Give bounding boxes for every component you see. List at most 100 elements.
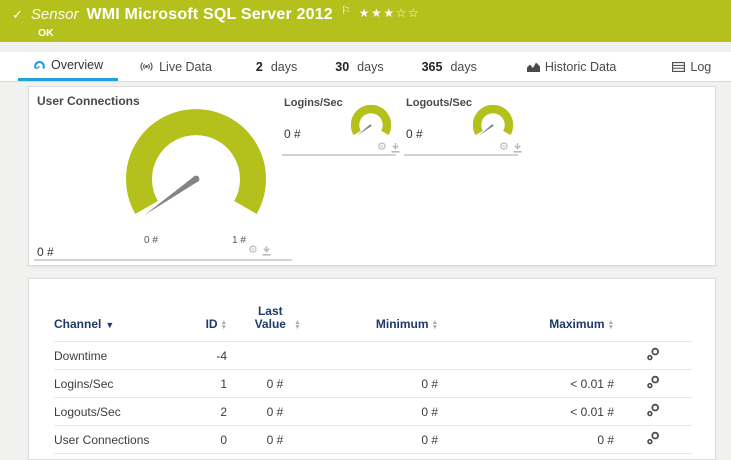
- tab-2-days-unit: days: [270, 59, 298, 74]
- tab-settings[interactable]: ⚙ Settings: [726, 52, 731, 81]
- column-header-minimum-label: Minimum: [375, 317, 429, 331]
- flag-icon[interactable]: ⚐: [341, 4, 351, 17]
- column-header-channel[interactable]: Channel ▼: [54, 305, 189, 342]
- gauge-action-icons: ⚙: [499, 142, 522, 153]
- table-row: Logins/Sec 1 0 # 0 # < 0.01 #: [54, 369, 692, 398]
- edit-channel-icon[interactable]: [646, 375, 660, 392]
- sort-toggle-icon: ▲ ▼: [220, 319, 227, 331]
- logins-gauge: [351, 105, 391, 136]
- sort-toggle-icon: ▲ ▼: [607, 319, 614, 331]
- tab-overview-label: Overview: [51, 58, 104, 72]
- channel-last-value: 0 #: [227, 425, 323, 454]
- channel-minimum: 0 #: [323, 397, 438, 426]
- tab-365-days[interactable]: 365 days: [407, 52, 492, 81]
- gauge-logouts-value: 0 #: [406, 127, 423, 141]
- column-header-id[interactable]: ID ▲ ▼: [189, 305, 227, 342]
- channel-maximum: < 0.01 #: [438, 369, 614, 398]
- channel-id: 0: [189, 425, 227, 454]
- sort-toggle-icon: ▲ ▼: [431, 319, 438, 331]
- broadcast-icon: [139, 61, 154, 72]
- gauge-icon: [33, 60, 46, 71]
- divider: [404, 154, 518, 156]
- table-row: User Connections 0 0 # 0 # 0 #: [54, 425, 692, 454]
- channel-settings-gear-icon[interactable]: ⚙: [499, 142, 509, 153]
- divider: [282, 154, 396, 156]
- table-header-row: Channel ▼ ID ▲ ▼ Last Value ▲ ▼ Minimum ▲ ▼ Max…: [54, 305, 692, 342]
- column-header-channel-label: Channel: [54, 317, 102, 331]
- tab-historic-data[interactable]: Historic Data: [512, 52, 632, 81]
- logouts-gauge: [473, 105, 513, 136]
- area-chart-icon: [526, 62, 540, 72]
- edit-channel-icon[interactable]: [646, 403, 660, 420]
- channel-name[interactable]: User Connections: [54, 425, 189, 454]
- pin-download-icon[interactable]: [513, 143, 522, 153]
- edit-channel-icon[interactable]: [646, 347, 660, 364]
- channel-last-value: 0 #: [227, 369, 323, 398]
- tab-365-days-unit: days: [450, 59, 477, 74]
- channel-name[interactable]: Downtime: [54, 341, 189, 370]
- gauge-user-connections-title: User Connections: [37, 94, 140, 108]
- tab-30-days-unit: days: [357, 59, 384, 74]
- column-header-last-value-label: Last Value: [254, 304, 286, 331]
- channel-minimum: 0 #: [323, 425, 438, 454]
- object-kind-label: Sensor: [30, 6, 79, 23]
- channel-last-value: [227, 341, 323, 370]
- tab-365-days-number: 365: [421, 59, 443, 74]
- channel-settings-gear-icon[interactable]: ⚙: [377, 142, 387, 153]
- edit-channel-icon[interactable]: [646, 431, 660, 448]
- channel-id: 1: [189, 369, 227, 398]
- sort-desc-icon: ▼: [105, 320, 115, 330]
- table-row: Logouts/Sec 2 0 # 0 # < 0.01 #: [54, 397, 692, 426]
- tab-30-days[interactable]: 30 days: [320, 52, 398, 81]
- gauge-action-icons: ⚙: [248, 245, 271, 256]
- tab-30-days-number: 30: [335, 59, 350, 74]
- gauge-logouts-title: Logouts/Sec: [406, 97, 473, 109]
- gauge-logins-value: 0 #: [284, 127, 301, 141]
- sensor-header-bar: ✓ Sensor WMI Microsoft SQL Server 2012 ⚐…: [0, 0, 731, 42]
- pin-download-icon[interactable]: [262, 246, 271, 256]
- tab-overview[interactable]: Overview: [18, 52, 119, 81]
- column-header-maximum-label: Maximum: [549, 317, 605, 331]
- channel-last-value: 0 #: [227, 397, 323, 426]
- status-badge: OK: [38, 27, 54, 39]
- table-row: Downtime -4: [54, 341, 692, 370]
- tab-live-data[interactable]: Live Data: [124, 52, 227, 81]
- gauges-panel: User Connections 0 # 1 # 0 # ⚙ Logins/Se…: [28, 86, 716, 266]
- channel-name[interactable]: Logins/Sec: [54, 369, 189, 398]
- page-title: WMI Microsoft SQL Server 2012: [86, 6, 333, 23]
- tab-historic-data-label: Historic Data: [544, 59, 617, 74]
- channel-settings-gear-icon[interactable]: ⚙: [248, 245, 258, 256]
- channel-name[interactable]: Logouts/Sec: [54, 397, 189, 426]
- status-check-icon: ✓: [12, 7, 23, 22]
- tab-2-days-number: 2: [255, 59, 263, 74]
- channel-id: -4: [189, 341, 227, 370]
- user-connections-gauge: [126, 109, 266, 216]
- channels-table: Channel ▼ ID ▲ ▼ Last Value ▲ ▼ Minimum ▲ ▼ Max…: [54, 305, 692, 454]
- gauge-action-icons: ⚙: [377, 142, 400, 153]
- gauge-scale-min: 0 #: [144, 235, 158, 246]
- divider: [34, 259, 292, 261]
- channel-maximum: < 0.01 #: [438, 397, 614, 426]
- channel-maximum: [438, 341, 614, 370]
- channel-minimum: [323, 341, 438, 370]
- tab-live-data-label: Live Data: [159, 59, 212, 74]
- channels-panel: Channel ▼ ID ▲ ▼ Last Value ▲ ▼ Minimum ▲ ▼ Max…: [28, 278, 716, 460]
- channel-maximum: 0 #: [438, 425, 614, 454]
- column-header-maximum[interactable]: Maximum ▲ ▼: [438, 305, 614, 342]
- log-list-icon: [672, 61, 686, 72]
- column-header-id-label: ID: [205, 317, 218, 331]
- column-header-last-value[interactable]: Last Value ▲ ▼: [227, 305, 323, 342]
- priority-stars[interactable]: ★★★☆☆: [359, 6, 420, 20]
- pin-download-icon[interactable]: [391, 143, 400, 153]
- tab-log[interactable]: Log: [657, 52, 726, 81]
- column-header-minimum[interactable]: Minimum ▲ ▼: [323, 305, 438, 342]
- channel-minimum: 0 #: [323, 369, 438, 398]
- gauge-user-connections-value: 0 #: [37, 245, 54, 259]
- tab-log-label: Log: [690, 59, 712, 74]
- sensor-header-line: ✓ Sensor WMI Microsoft SQL Server 2012 ⚐…: [12, 4, 420, 24]
- sort-toggle-icon: ▲ ▼: [294, 319, 301, 331]
- tab-bar: Overview Live Data 2 days 30 days 365 da…: [0, 52, 731, 82]
- gauge-logins-title: Logins/Sec: [284, 97, 343, 109]
- tab-2-days[interactable]: 2 days: [241, 52, 312, 81]
- channel-id: 2: [189, 397, 227, 426]
